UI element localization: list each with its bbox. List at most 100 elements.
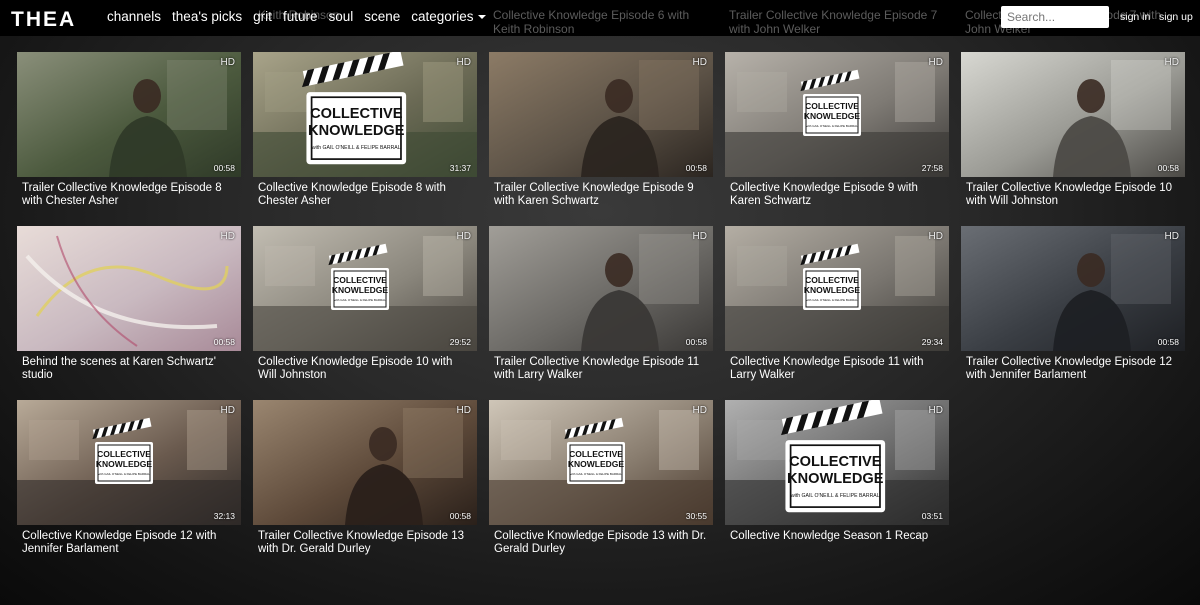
video-title[interactable]: Trailer Collective Knowledge Episode 13 … [253, 530, 477, 556]
video-duration: 31:37 [449, 163, 471, 173]
video-card[interactable]: HD 00:58 Trailer Collective Knowledge Epis… [253, 400, 477, 556]
video-thumbnail[interactable]: COLLECTIVE KNOWLEDGE with GAIL O'NEILL & F… [489, 400, 713, 525]
nav-grit[interactable]: grit [253, 9, 272, 24]
hd-badge: HD [928, 231, 943, 242]
video-duration: 32:13 [213, 511, 235, 521]
video-duration: 29:34 [921, 337, 943, 347]
hd-badge: HD [456, 57, 471, 68]
video-card[interactable]: COLLECTIVE KNOWLEDGE with GAIL O'NEILL & F… [17, 400, 241, 556]
background-video-title: Trailer Collective Knowledge Episode 7 w… [729, 8, 938, 36]
nav-categories[interactable]: categories [411, 9, 486, 24]
thumbnail-image [961, 52, 1185, 177]
video-title[interactable]: Trailer Collective Knowledge Episode 11 … [489, 356, 713, 382]
clapper-line2: KNOWLEDGE [308, 123, 405, 139]
video-thumbnail[interactable]: COLLECTIVE KNOWLEDGE with GAIL O'NEILL & F… [17, 400, 241, 525]
thumbnail-image: COLLECTIVEKNOWLEDGE with GAIL O'NEILL & F… [253, 52, 477, 177]
video-thumbnail[interactable]: HD 00:58 [489, 52, 713, 177]
video-title[interactable]: Trailer Collective Knowledge Episode 9 w… [489, 182, 713, 208]
hd-badge: HD [928, 57, 943, 68]
clapper-line3: with GAIL O'NEILL & FELIPE BARRAL [806, 298, 858, 302]
nav-soul[interactable]: soul [328, 9, 353, 24]
video-card[interactable]: COLLECTIVE KNOWLEDGE with GAIL O'NEILL & F… [253, 52, 477, 208]
hd-badge: HD [692, 231, 707, 242]
video-duration: 30:55 [685, 511, 707, 521]
video-duration: 00:58 [1157, 337, 1179, 347]
search-input[interactable] [1001, 6, 1109, 28]
sign-up-link[interactable]: sign up [1159, 11, 1193, 23]
logo-text: THEA [11, 8, 76, 29]
video-thumbnail[interactable]: HD 00:58 [489, 226, 713, 351]
video-thumbnail[interactable]: COLLECTIVE KNOWLEDGE with GAIL O'NEILL & F… [253, 226, 477, 351]
thumbnail-image: COLLECTIVEKNOWLEDGE with GAIL O'NEILL & F… [253, 226, 477, 351]
video-card[interactable]: HD 00:58 Behind the scenes at Karen Schwar… [17, 226, 241, 382]
video-card[interactable]: HD 00:58 Trailer Collective Knowledge Epis… [489, 52, 713, 208]
video-thumbnail[interactable]: HD 00:58 [17, 226, 241, 351]
video-card[interactable]: COLLECTIVE KNOWLEDGE with GAIL O'NEILL & F… [489, 400, 713, 556]
video-title[interactable]: Trailer Collective Knowledge Episode 12 … [961, 356, 1185, 382]
video-thumbnail[interactable]: HD 00:58 [17, 52, 241, 177]
video-title[interactable]: Collective Knowledge Episode 9 with Kare… [725, 182, 949, 208]
sign-in-link[interactable]: sign in [1120, 11, 1150, 23]
video-thumbnail[interactable]: COLLECTIVE KNOWLEDGE with GAIL O'NEILL & F… [725, 226, 949, 351]
top-navigation-bar: Keith Robinson Collective Knowledge Epis… [0, 0, 1200, 36]
clapper-line1: COLLECTIVE [569, 449, 623, 459]
clapper-line2: KNOWLEDGE [804, 111, 861, 121]
hd-badge: HD [1164, 57, 1179, 68]
video-card[interactable]: HD 00:58 Trailer Collective Knowledge Epis… [489, 226, 713, 382]
hd-badge: HD [220, 405, 235, 416]
thumbnail-image [253, 400, 477, 525]
clapper-line1: COLLECTIVE [333, 275, 387, 285]
video-card[interactable]: HD 00:58 Trailer Collective Knowledge Epis… [961, 226, 1185, 382]
thumbnail-image [961, 226, 1185, 351]
thumbnail-image: COLLECTIVEKNOWLEDGE with GAIL O'NEILL & F… [17, 400, 241, 525]
video-thumbnail[interactable]: COLLECTIVE KNOWLEDGE with GAIL O'NEILL & F… [725, 400, 949, 525]
clapper-line1: COLLECTIVE [310, 106, 403, 122]
video-duration: 29:52 [449, 337, 471, 347]
video-title[interactable]: Collective Knowledge Episode 10 with Wil… [253, 356, 477, 382]
video-title[interactable]: Collective Knowledge Season 1 Recap [725, 530, 949, 543]
nav-scene[interactable]: scene [364, 9, 400, 24]
video-duration: 03:51 [921, 511, 943, 521]
video-card[interactable]: HD 00:58 Trailer Collective Knowledge Epis… [17, 52, 241, 208]
video-thumbnail[interactable]: COLLECTIVE KNOWLEDGE with GAIL O'NEILL & F… [725, 52, 949, 177]
background-video-title: Collective Knowledge Episode 6 with Keit… [493, 8, 690, 36]
thumbnail-image: COLLECTIVEKNOWLEDGE with GAIL O'NEILL & F… [725, 226, 949, 351]
video-thumbnail[interactable]: HD 00:58 [253, 400, 477, 525]
video-title[interactable]: Trailer Collective Knowledge Episode 8 w… [17, 182, 241, 208]
video-title[interactable]: Collective Knowledge Episode 8 with Ches… [253, 182, 477, 208]
video-thumbnail[interactable]: HD 00:58 [961, 52, 1185, 177]
video-title[interactable]: Collective Knowledge Episode 13 with Dr.… [489, 530, 713, 556]
video-card[interactable]: COLLECTIVE KNOWLEDGE with GAIL O'NEILL & F… [253, 226, 477, 382]
clapper-line3: with GAIL O'NEILL & FELIPE BARRAL [312, 145, 401, 151]
clapper-line2: KNOWLEDGE [332, 285, 389, 295]
nav-channels[interactable]: channels [107, 9, 161, 24]
video-duration: 27:58 [921, 163, 943, 173]
hd-badge: HD [928, 405, 943, 416]
hd-badge: HD [456, 231, 471, 242]
video-title[interactable]: Collective Knowledge Episode 12 with Jen… [17, 530, 241, 556]
nav-theas-picks[interactable]: thea's picks [172, 9, 242, 24]
video-title[interactable]: Behind the scenes at Karen Schwartz' stu… [17, 356, 241, 382]
hd-badge: HD [220, 231, 235, 242]
thumbnail-image [489, 226, 713, 351]
thumbnail-image: COLLECTIVEKNOWLEDGE with GAIL O'NEILL & F… [725, 400, 949, 525]
main-nav: channels thea's picks grit future soul s… [107, 9, 497, 24]
video-thumbnail[interactable]: COLLECTIVE KNOWLEDGE with GAIL O'NEILL & F… [253, 52, 477, 177]
video-duration: 00:58 [449, 511, 471, 521]
clapper-line2: KNOWLEDGE [787, 471, 884, 487]
video-card[interactable]: COLLECTIVE KNOWLEDGE with GAIL O'NEILL & F… [725, 226, 949, 382]
video-card[interactable]: COLLECTIVE KNOWLEDGE with GAIL O'NEILL & F… [725, 400, 949, 543]
video-card[interactable]: HD 00:58 Trailer Collective Knowledge Epis… [961, 52, 1185, 208]
thea-logo[interactable]: THEA [11, 7, 91, 29]
clapper-line1: COLLECTIVE [805, 101, 859, 111]
clapper-line1: COLLECTIVE [789, 454, 882, 470]
nav-future[interactable]: future [283, 9, 318, 24]
video-title[interactable]: Trailer Collective Knowledge Episode 10 … [961, 182, 1185, 208]
page: Keith Robinson Collective Knowledge Epis… [0, 0, 1200, 605]
video-thumbnail[interactable]: HD 00:58 [961, 226, 1185, 351]
video-duration: 00:58 [213, 337, 235, 347]
video-title[interactable]: Collective Knowledge Episode 11 with Lar… [725, 356, 949, 382]
video-card[interactable]: COLLECTIVE KNOWLEDGE with GAIL O'NEILL & F… [725, 52, 949, 208]
thumbnail-image: COLLECTIVEKNOWLEDGE with GAIL O'NEILL & F… [725, 52, 949, 177]
clapper-line2: KNOWLEDGE [96, 459, 153, 469]
